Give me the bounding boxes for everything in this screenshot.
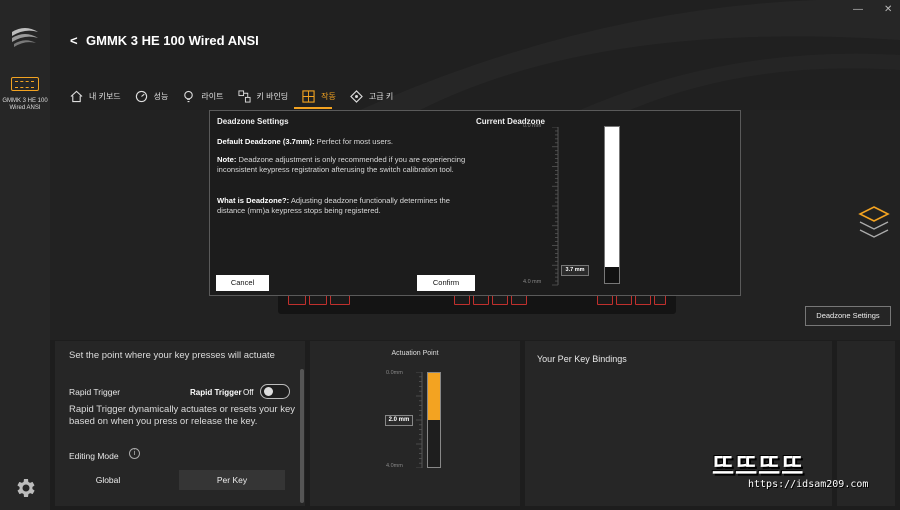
scale-top-label: 0.0 mm bbox=[523, 123, 542, 129]
tab-key-binding[interactable]: 키 바인딩 bbox=[237, 86, 289, 106]
rapid-trigger-toggle[interactable] bbox=[260, 384, 290, 399]
mode-per-key-button[interactable]: Per Key bbox=[179, 470, 285, 490]
home-icon bbox=[70, 90, 83, 102]
gear-icon[interactable] bbox=[13, 476, 37, 500]
actuation-point-panel: Actuation Point 0.0mm 4.0mm 2.0 mm bbox=[310, 341, 520, 506]
app-window: GMMK 3 HE 100 Wired ANSI < GMMK 3 HE 100… bbox=[0, 0, 900, 510]
editing-mode-label: Editing Mode bbox=[69, 451, 119, 461]
deadzone-ruler bbox=[552, 127, 559, 286]
tab-my-keyboard[interactable]: 내 키보드 bbox=[70, 86, 121, 106]
rapid-trigger-state: Off bbox=[243, 388, 254, 397]
header: < GMMK 3 HE 100 Wired ANSI 내 키보드 성능 라이트 … bbox=[50, 0, 900, 110]
tab-actuation[interactable]: 작동 bbox=[302, 86, 336, 106]
rapid-trigger-title: Rapid Trigger bbox=[69, 387, 121, 397]
what-is-deadzone-text: What is Deadzone?: Adjusting deadzone fu… bbox=[217, 196, 479, 215]
what-is-deadzone-label: What is Deadzone?: bbox=[217, 196, 290, 205]
left-rail: GMMK 3 HE 100 Wired ANSI bbox=[0, 0, 50, 510]
actuation-settings-panel: Set the point where your key presses wil… bbox=[55, 341, 305, 506]
tab-label: 키 바인딩 bbox=[256, 91, 289, 101]
default-deadzone-desc: Perfect for most users. bbox=[314, 137, 393, 146]
tab-advanced-keys[interactable]: 고급 키 bbox=[350, 86, 393, 106]
note-desc: Deadzone adjustment is only recommended … bbox=[217, 155, 466, 174]
scale-bottom-label: 4.0 mm bbox=[523, 279, 542, 285]
deadzone-value-tag: 3.7 mm bbox=[561, 265, 589, 276]
info-icon[interactable]: i bbox=[129, 448, 140, 459]
tab-performance[interactable]: 성능 bbox=[135, 86, 169, 106]
gauge-icon bbox=[135, 90, 147, 102]
bulb-icon bbox=[184, 90, 194, 102]
default-deadzone-text: Default Deadzone (3.7mm): Perfect for mo… bbox=[217, 137, 479, 147]
scale-bottom-label: 4.0mm bbox=[386, 463, 403, 469]
tab-label: 내 키보드 bbox=[89, 91, 121, 101]
note-text: Note: Deadzone adjustment is only recomm… bbox=[217, 155, 479, 174]
layers-icon[interactable] bbox=[858, 205, 890, 243]
advanced-keys-icon bbox=[350, 89, 363, 103]
tab-bar: 내 키보드 성능 라이트 키 바인딩 작동 고급 키 bbox=[70, 86, 407, 106]
keyboard-device-icon[interactable] bbox=[11, 77, 39, 91]
tab-label: 라이트 bbox=[201, 91, 224, 101]
actuation-point-title: Actuation Point bbox=[391, 350, 439, 357]
rapid-trigger-toggle-label: Rapid Trigger bbox=[190, 388, 242, 397]
back-button[interactable]: < bbox=[70, 33, 78, 48]
actuation-fill bbox=[428, 373, 440, 420]
per-key-bindings-title: Your Per Key Bindings bbox=[537, 354, 627, 364]
keybind-icon bbox=[237, 89, 251, 103]
deadzone-slider[interactable] bbox=[604, 126, 620, 284]
actuation-slider[interactable] bbox=[427, 372, 441, 468]
scale-top-label: 0.0mm bbox=[386, 370, 403, 376]
tab-label: 고급 키 bbox=[368, 91, 394, 101]
deadzone-settings-button[interactable]: Deadzone Settings bbox=[805, 306, 891, 326]
watermark: 뜨뜨뜨뜨 https://idsam209.com bbox=[708, 446, 894, 498]
watermark-text: 뜨뜨뜨뜨 bbox=[712, 452, 805, 480]
panel-intro: Set the point where your key presses wil… bbox=[69, 350, 275, 361]
toggle-knob bbox=[264, 387, 273, 396]
deadzone-fill bbox=[605, 266, 619, 283]
actuation-value-tag: 2.0 mm bbox=[385, 415, 413, 426]
brand-logo bbox=[12, 28, 38, 47]
scrollbar[interactable] bbox=[300, 369, 304, 503]
watermark-url: https://idsam209.com bbox=[748, 479, 869, 490]
device-name: GMMK 3 HE 100 Wired ANSI bbox=[2, 98, 48, 111]
rapid-trigger-description: Rapid Trigger dynamically actuates or re… bbox=[69, 404, 295, 427]
note-label: Note: bbox=[217, 155, 237, 164]
tab-label: 성능 bbox=[153, 91, 169, 101]
default-deadzone-label: Default Deadzone (3.7mm): bbox=[217, 137, 315, 146]
confirm-button[interactable]: Confirm bbox=[417, 275, 475, 291]
active-tab-indicator bbox=[294, 107, 332, 109]
dialog-title: Deadzone Settings bbox=[217, 117, 289, 126]
minimize-button[interactable]: — bbox=[853, 4, 863, 15]
cancel-button[interactable]: Cancel bbox=[216, 275, 269, 291]
close-button[interactable]: ✕ bbox=[884, 4, 892, 15]
mode-global-button[interactable]: Global bbox=[55, 470, 161, 490]
actuation-icon bbox=[302, 89, 315, 103]
tab-lighting[interactable]: 라이트 bbox=[182, 86, 224, 106]
deadzone-settings-dialog: Deadzone Settings Default Deadzone (3.7m… bbox=[209, 110, 741, 296]
page-title: GMMK 3 HE 100 Wired ANSI bbox=[86, 33, 259, 48]
tab-label: 작동 bbox=[321, 91, 336, 101]
